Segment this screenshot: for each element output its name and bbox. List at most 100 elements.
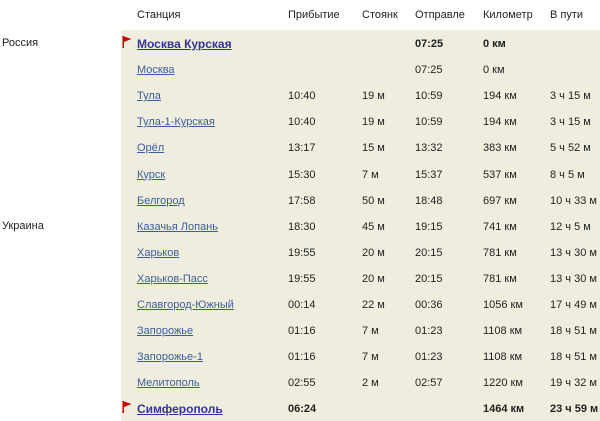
station-link[interactable]: Казачья Лопань bbox=[137, 221, 285, 233]
distance-km: 194 км bbox=[483, 116, 517, 129]
departure-time: 01:23 bbox=[415, 325, 443, 338]
travel-time: 23 ч 59 м bbox=[550, 403, 598, 416]
travel-time: 3 ч 15 м bbox=[550, 90, 591, 103]
table-row: Симферополь 06:24 1464 км 23 ч 59 м bbox=[0, 395, 600, 421]
table-row: Тула-1-Курская 10:40 19 м 10:59 194 км 3… bbox=[0, 108, 600, 134]
stop-duration: 20 м bbox=[362, 272, 385, 285]
station-link[interactable]: Симферополь bbox=[137, 402, 285, 416]
travel-time: 3 ч 15 м bbox=[550, 116, 591, 129]
travel-time: 8 ч 5 м bbox=[550, 168, 585, 181]
departure-time: 18:48 bbox=[415, 194, 443, 207]
table-row: Харьков-Пасс 19:55 20 м 20:15 781 км 13 … bbox=[0, 265, 600, 291]
station-link[interactable]: Тула bbox=[137, 90, 285, 102]
station-link[interactable]: Мелитополь bbox=[137, 377, 285, 389]
distance-km: 0 км bbox=[483, 64, 505, 77]
table-row: Украина Казачья Лопань 18:30 45 м 19:15 … bbox=[0, 213, 600, 239]
arrival-time: 10:40 bbox=[288, 116, 316, 129]
distance-km: 383 км bbox=[483, 142, 517, 155]
travel-time: 12 ч 5 м bbox=[550, 220, 591, 233]
stop-duration: 20 м bbox=[362, 246, 385, 259]
distance-km: 1464 км bbox=[483, 403, 525, 416]
table-row: Курск 15:30 7 м 15:37 537 км 8 ч 5 м bbox=[0, 161, 600, 187]
country-label: Россия bbox=[2, 37, 39, 49]
stop-duration: 2 м bbox=[362, 377, 379, 390]
stop-duration: 45 м bbox=[362, 220, 385, 233]
station-link[interactable]: Харьков bbox=[137, 247, 285, 259]
stop-duration: 7 м bbox=[362, 351, 379, 364]
arrival-time: 06:24 bbox=[288, 403, 317, 416]
distance-km: 0 км bbox=[483, 38, 506, 50]
stop-duration: 50 м bbox=[362, 194, 385, 207]
departure-time: 13:32 bbox=[415, 142, 443, 155]
station-link[interactable]: Белгород bbox=[137, 195, 285, 207]
departure-time: 19:15 bbox=[415, 220, 443, 233]
departure-time: 00:36 bbox=[415, 299, 443, 311]
station-link[interactable]: Харьков-Пасс bbox=[137, 273, 285, 285]
column-header-stop: Стоянк bbox=[362, 9, 398, 21]
departure-time: 07:25 bbox=[415, 38, 444, 50]
station-link[interactable]: Орёл bbox=[137, 142, 285, 154]
stop-duration: 19 м bbox=[362, 90, 385, 103]
arrival-time: 19:55 bbox=[288, 272, 316, 285]
table-row: Славгород-Южный 00:14 22 м 00:36 1056 км… bbox=[0, 291, 600, 317]
column-header-kilometer: Километр bbox=[483, 9, 533, 21]
departure-time: 20:15 bbox=[415, 246, 443, 259]
departure-time: 20:15 bbox=[415, 272, 443, 285]
departure-time: 10:59 bbox=[415, 116, 443, 129]
flag-icon bbox=[122, 36, 132, 48]
distance-km: 1108 км bbox=[483, 351, 523, 364]
arrival-time: 13:17 bbox=[288, 142, 316, 155]
travel-time: 5 ч 52 м bbox=[550, 142, 591, 155]
travel-time: 18 ч 51 м bbox=[550, 325, 597, 338]
travel-time: 13 ч 30 м bbox=[550, 272, 597, 285]
arrival-time: 01:16 bbox=[288, 325, 316, 338]
travel-time: 17 ч 49 м bbox=[550, 299, 597, 311]
stop-duration: 19 м bbox=[362, 116, 385, 129]
arrival-time: 18:30 bbox=[288, 220, 316, 233]
arrival-time: 17:58 bbox=[288, 194, 316, 207]
departure-time: 10:59 bbox=[415, 90, 443, 103]
distance-km: 781 км bbox=[483, 272, 517, 285]
column-header-travel-time: В пути bbox=[550, 9, 584, 21]
table-row: Москва 07:25 0 км bbox=[0, 56, 600, 82]
country-label: Украина bbox=[2, 219, 44, 232]
table-row: Белгород 17:58 50 м 18:48 697 км 10 ч 33… bbox=[0, 187, 600, 213]
table-header: Станция Прибытие Стоянк Отправле Километ… bbox=[0, 0, 600, 30]
distance-km: 1108 км bbox=[483, 325, 523, 338]
station-link[interactable]: Запорожье-1 bbox=[137, 351, 285, 363]
arrival-time: 02:55 bbox=[288, 377, 316, 390]
departure-time: 02:57 bbox=[415, 377, 443, 390]
table-row: Запорожье 01:16 7 м 01:23 1108 км 18 ч 5… bbox=[0, 317, 600, 343]
table-row: Мелитополь 02:55 2 м 02:57 1220 км 19 ч … bbox=[0, 369, 600, 395]
distance-km: 1056 км bbox=[483, 299, 523, 311]
stop-duration: 15 м bbox=[362, 142, 385, 155]
distance-km: 781 км bbox=[483, 246, 517, 259]
table-row: Орёл 13:17 15 м 13:32 383 км 5 ч 52 м bbox=[0, 134, 600, 160]
distance-km: 537 км bbox=[483, 168, 517, 181]
departure-time: 01:23 bbox=[415, 351, 443, 364]
station-link[interactable]: Тула-1-Курская bbox=[137, 116, 285, 128]
station-link[interactable]: Запорожье bbox=[137, 325, 285, 337]
arrival-time: 01:16 bbox=[288, 351, 316, 364]
station-link[interactable]: Курск bbox=[137, 169, 285, 181]
arrival-time: 19:55 bbox=[288, 246, 316, 259]
distance-km: 194 км bbox=[483, 90, 517, 103]
table-row: Тула 10:40 19 м 10:59 194 км 3 ч 15 м bbox=[0, 82, 600, 108]
travel-time: 19 ч 32 м bbox=[550, 377, 597, 390]
flag-icon bbox=[122, 401, 132, 414]
stop-duration: 7 м bbox=[362, 168, 379, 181]
column-header-departure: Отправле bbox=[415, 9, 465, 21]
stop-duration: 22 м bbox=[362, 299, 385, 311]
table-row: Харьков 19:55 20 м 20:15 781 км 13 ч 30 … bbox=[0, 239, 600, 265]
travel-time: 10 ч 33 м bbox=[550, 194, 597, 207]
station-link[interactable]: Москва Курская bbox=[137, 37, 285, 51]
arrival-time: 10:40 bbox=[288, 90, 316, 103]
travel-time: 18 ч 51 м bbox=[550, 351, 597, 364]
distance-km: 697 км bbox=[483, 194, 517, 207]
distance-km: 1220 км bbox=[483, 377, 523, 390]
departure-time: 15:37 bbox=[415, 168, 443, 181]
station-link[interactable]: Славгород-Южный bbox=[137, 299, 285, 311]
column-header-station: Станция bbox=[137, 9, 181, 21]
station-link[interactable]: Москва bbox=[137, 64, 285, 76]
arrival-time: 15:30 bbox=[288, 168, 316, 181]
